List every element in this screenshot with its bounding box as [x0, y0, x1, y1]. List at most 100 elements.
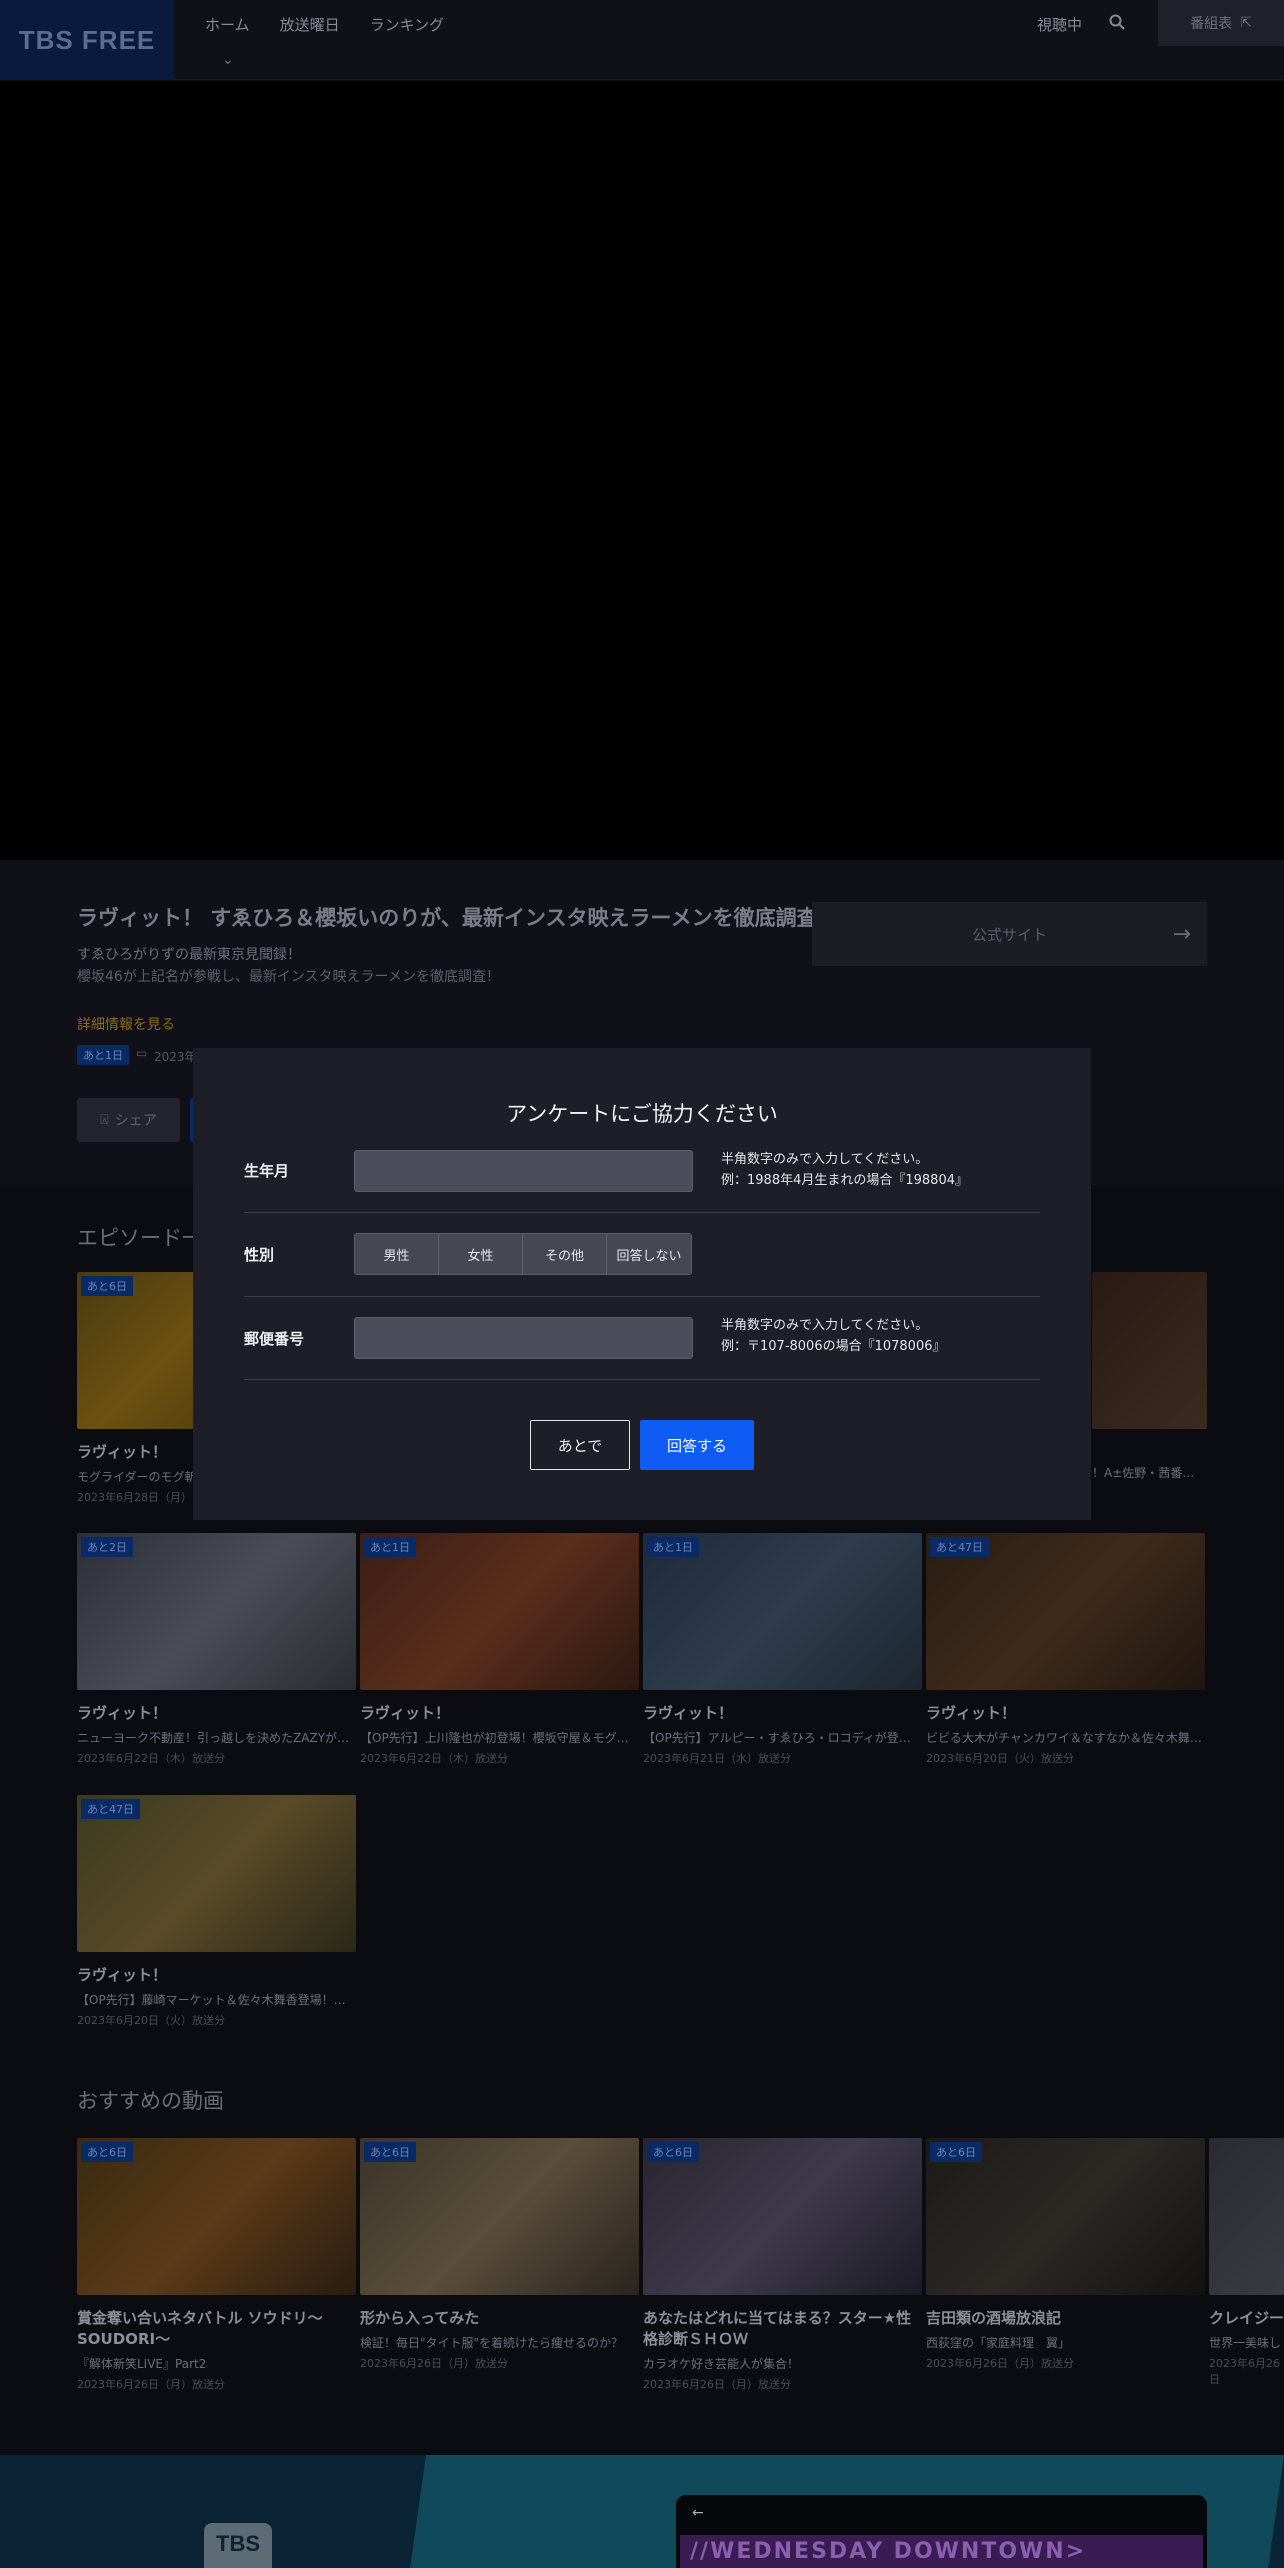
episode-badge: あと47日	[930, 1537, 989, 1557]
episode-date: 2023年6月22日（木）放送分	[360, 1752, 508, 1765]
recommended-desc: 検証！毎日"タイト服"を着続けたら痩せるのか？	[360, 2336, 624, 2350]
search-icon[interactable]	[1108, 13, 1126, 31]
program-subtitle: すゑひろがりずの最新東京見聞録！	[77, 947, 301, 963]
recommended-badge: あと6日	[81, 2142, 133, 2162]
tv-guide-button[interactable]: 番組表 ⇱	[1158, 0, 1284, 46]
nav-home[interactable]: ホーム	[205, 14, 250, 35]
nav-broadcast-day[interactable]: 放送曜日	[280, 14, 340, 35]
lock-icon: ⍓	[100, 1112, 109, 1128]
zip-help-line1: 半角数字のみで入力してください。	[721, 1318, 929, 1333]
episode-title: ラヴィット！	[77, 1966, 168, 1984]
gender-segmented-control: 男性 女性 その他 回答しない	[354, 1233, 692, 1275]
recommended-date: 2023年6月26日（月）放送分	[77, 2378, 225, 2391]
episode-desc: ビビる大木がチャンカワイ＆なすなか＆佐々木舞…	[926, 1731, 1202, 1745]
episode-card[interactable]: あと1日 ラヴィット！ 【OP先行】アルピー・すゑひろ・ロコディが登… 2023…	[643, 1533, 922, 1766]
recommended-card[interactable]: あと6日 形から入ってみた 検証！毎日"タイト服"を着続けたら痩せるのか？ 20…	[360, 2138, 639, 2371]
divider	[244, 1379, 1040, 1380]
video-player[interactable]	[0, 81, 1284, 860]
arrow-left-icon: ←	[692, 2505, 704, 2521]
recommended-title: 形から入ってみた	[360, 2309, 480, 2327]
share-button[interactable]: ⍓ シェア	[77, 1098, 180, 1142]
zip-input[interactable]	[354, 1317, 693, 1359]
episode-card[interactable]: あと2日 ラヴィット！ ニューヨーク不動産！引っ越しを決めたZAZYが… 202…	[77, 1533, 356, 1766]
recommended-title: 吉田類の酒場放浪記	[926, 2309, 1062, 2327]
birth-label: 生年月	[244, 1162, 290, 1180]
episode-title: ラヴィット！	[77, 1704, 168, 1722]
episode-title: ラヴィット！	[643, 1704, 734, 1722]
nav-watching[interactable]: 視聴中	[1037, 14, 1082, 35]
episode-desc: ニューヨーク不動産！引っ越しを決めたZAZYが…	[77, 1731, 349, 1745]
broadcast-date: 2023年	[154, 1050, 197, 1064]
chevron-down-icon[interactable]: ⌄	[222, 52, 236, 68]
tv-guide-label: 番組表	[1190, 16, 1233, 32]
recommended-desc: 『解体新笑LIVE』Part2	[77, 2357, 207, 2371]
gender-option-other[interactable]: その他	[523, 1234, 607, 1274]
share-label: シェア	[114, 1113, 157, 1129]
recommended-date: 2023年6月26日（月）放送分	[926, 2357, 1074, 2370]
episode-date: 2023年6月20日（火）放送分	[926, 1752, 1074, 1765]
episode-card[interactable]: あと47日 ラヴィット！ 【OP先行】藤崎マーケット＆佐々木舞香登場！… 202…	[77, 1795, 356, 2028]
episode-badge: あと6日	[81, 1276, 133, 1296]
detail-link[interactable]: 詳細情報を見る	[77, 1014, 175, 1034]
episode-date: 2023年6月22日（木）放送分	[77, 1752, 225, 1765]
recommended-date: 2023年6月26日（月）放送分	[360, 2357, 508, 2370]
survey-modal: アンケートにご協力ください 生年月 半角数字のみで入力してください。 例：198…	[193, 1048, 1091, 1520]
recommended-date: 2023年6月26日（月）放送分	[643, 2378, 791, 2391]
recommended-heading: おすすめの動画	[77, 2089, 224, 2113]
survey-title: アンケートにご協力ください	[506, 1102, 778, 1126]
phone-screen-text: //WEDNESDAY DOWNTOWN>	[680, 2535, 1203, 2568]
zip-help: 半角数字のみで入力してください。 例：〒107-8006の場合『1078006』	[721, 1315, 946, 1357]
episode-desc: 【OP先行】藤崎マーケット＆佐々木舞香登場！…	[77, 1993, 346, 2007]
arrow-right-icon: →	[1172, 922, 1191, 947]
birth-help-line2: 例：1988年4月生まれの場合『198804』	[721, 1173, 968, 1188]
recommended-badge: あと6日	[364, 2142, 416, 2162]
episode-date: 2023年6月20日（火）放送分	[77, 2014, 225, 2027]
gender-option-male[interactable]: 男性	[355, 1234, 439, 1274]
episode-badge: あと1日	[647, 1537, 699, 1557]
recommended-card[interactable]: あと6日 あなたはどれに当てはまる？スター★性格診断ＳＨＯＷ カラオケ好き芸能人…	[643, 2138, 922, 2392]
episode-badge: あと47日	[81, 1799, 140, 1819]
episodes-heading: エピソード一	[77, 1226, 203, 1250]
gender-option-no-answer[interactable]: 回答しない	[607, 1234, 691, 1274]
nav-ranking[interactable]: ランキング	[370, 14, 445, 35]
episode-desc: ！A±佐野・茜番…	[1092, 1466, 1195, 1480]
tv-icon: ▭	[136, 1046, 148, 1060]
episode-card[interactable]: あと47日 ラヴィット！ ビビる大木がチャンカワイ＆なすなか＆佐々木舞… 202…	[926, 1533, 1205, 1766]
recommended-card[interactable]: あと6日 賞金奪い合いネタバトル ソウドリ〜SOUDORI〜 『解体新笑LIVE…	[77, 2138, 356, 2392]
recommended-desc: 世界一美味し	[1209, 2336, 1282, 2350]
main-nav: ホーム 放送曜日 ランキング	[205, 14, 444, 35]
episode-card[interactable]: あと1日 ラヴィット！ 【OP先行】上川隆也が初登場！櫻坂守屋＆モグ… 2023…	[360, 1533, 639, 1766]
tbs-free-logo[interactable]: TBS FREE	[0, 0, 174, 80]
recommended-card[interactable]: あと6日 吉田類の酒場放浪記 西荻窪の「家庭料理 翼」 2023年6月26日（月…	[926, 2138, 1205, 2371]
official-site-label: 公式サイト	[971, 925, 1047, 944]
zip-label: 郵便番号	[244, 1330, 305, 1348]
recommended-card[interactable]: クレイジー 世界一美味し 2023年6月26日	[1209, 2138, 1284, 2387]
program-description: 櫻坂46が上記名が参戦し、最新インスタ映えラーメンを徹底調査！	[77, 969, 500, 985]
gender-option-female[interactable]: 女性	[439, 1234, 523, 1274]
episode-desc: 【OP先行】上川隆也が初登場！櫻坂守屋＆モグ…	[360, 1731, 629, 1745]
episode-date: 2023年6月21日（水）放送分	[643, 1752, 791, 1765]
recommended-date: 2023年6月26日	[1209, 2357, 1280, 2386]
episode-title: ラヴィット！	[926, 1704, 1017, 1722]
answer-button[interactable]: 回答する	[640, 1420, 754, 1470]
phone-mockup: ← //WEDNESDAY DOWNTOWN>	[676, 2495, 1207, 2568]
birth-help: 半角数字のみで入力してください。 例：1988年4月生まれの場合『198804』	[721, 1149, 968, 1191]
birth-input[interactable]	[354, 1150, 693, 1192]
birth-help-line1: 半角数字のみで入力してください。	[721, 1152, 929, 1167]
episode-card[interactable]: ！A±佐野・茜番…	[1092, 1272, 1207, 1481]
official-site-button[interactable]: 公式サイト →	[812, 902, 1207, 966]
recommended-badge: あと6日	[647, 2142, 699, 2162]
zip-help-line2: 例：〒107-8006の場合『1078006』	[721, 1339, 946, 1354]
program-title: ラヴィット！ すゑひろ＆櫻坂いのりが、最新インスタ映えラーメンを徹底調査！	[77, 906, 839, 930]
divider	[244, 1212, 1040, 1213]
remaining-badge: あと1日	[77, 1045, 129, 1065]
recommended-desc: 西荻窪の「家庭料理 翼」	[926, 2336, 1071, 2350]
recommended-title: あなたはどれに当てはまる？スター★性格診断ＳＨＯＷ	[643, 2309, 912, 2348]
site-header: TBS FREE ホーム 放送曜日 ランキング ⌄ 視聴中 番組表 ⇱	[0, 0, 1284, 80]
recommended-title: 賞金奪い合いネタバトル ソウドリ〜SOUDORI〜	[77, 2309, 323, 2348]
recommended-desc: カラオケ好き芸能人が集合！	[643, 2357, 800, 2371]
recommended-title: クレイジー	[1209, 2309, 1284, 2327]
later-button[interactable]: あとで	[530, 1420, 630, 1470]
episode-desc: 【OP先行】アルピー・すゑひろ・ロコディが登…	[643, 1731, 911, 1745]
tbs-app-logo: TBS	[204, 2523, 272, 2568]
